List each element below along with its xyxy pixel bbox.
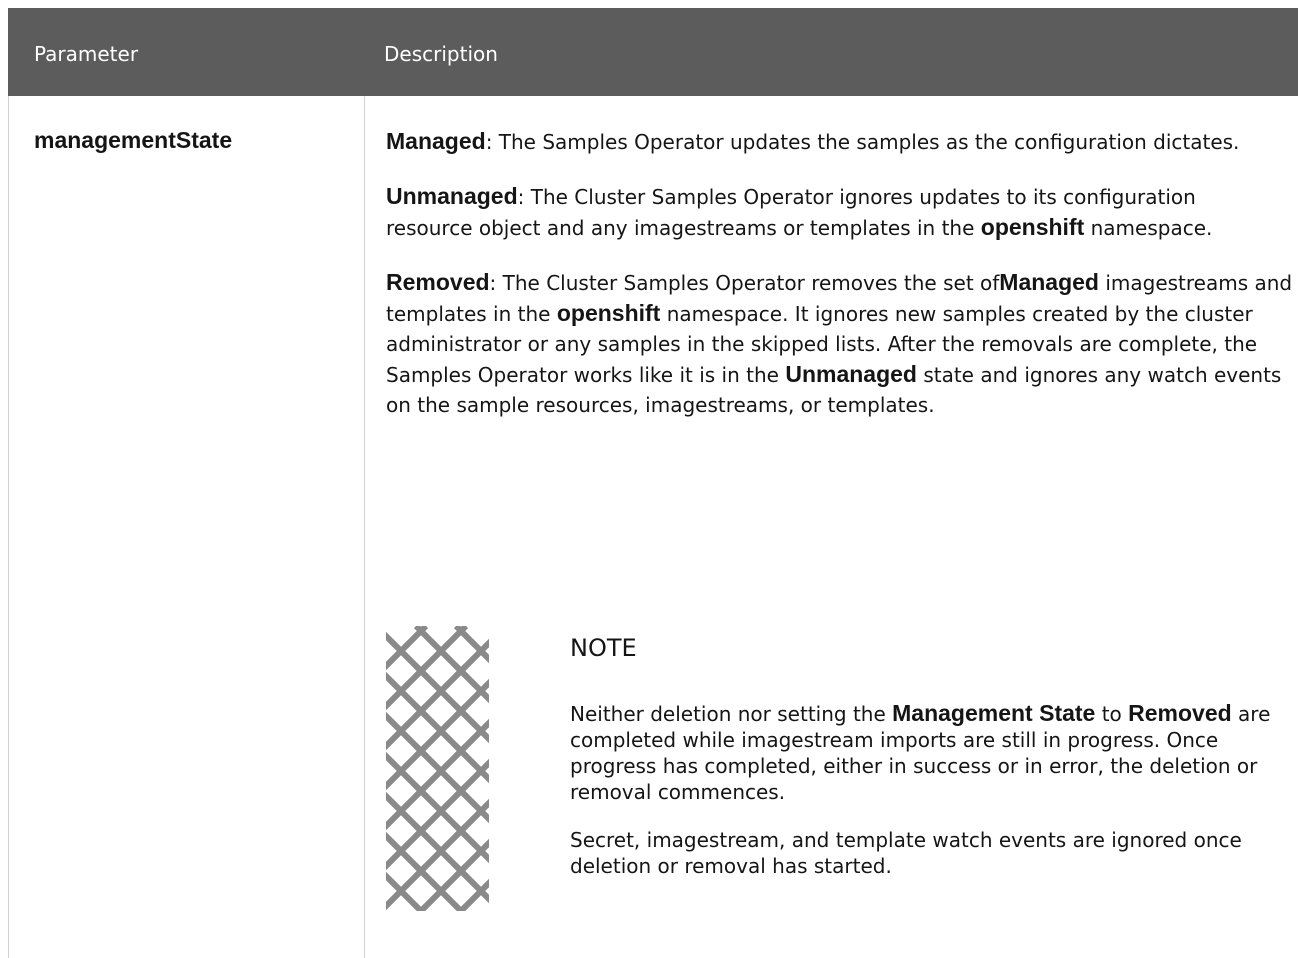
removed-term: Removed [386,269,490,295]
removed-paragraph: Removed: The Cluster Samples Operator re… [386,267,1298,420]
unmanaged-term: Unmanaged [386,183,518,209]
note-body: Neither deletion nor setting the Managem… [570,700,1282,901]
openshift-term-inline: openshift [556,300,661,326]
note-pattern-icon [386,626,489,911]
unmanaged-paragraph: Unmanaged: The Cluster Samples Operator … [386,181,1236,243]
removed-term-note: Removed [1128,700,1232,726]
table-header: Parameter Description [8,8,1298,96]
note-paragraph-1: Neither deletion nor setting the Managem… [570,700,1282,805]
note-title: NOTE [570,634,637,662]
top-strip [0,0,1298,8]
managed-term: Managed [386,128,486,154]
unmanaged-term-inline: Unmanaged [785,361,917,387]
managed-text: : The Samples Operator updates the sampl… [485,130,1240,154]
management-state-term: Management State [892,700,1096,726]
managed-term-inline: Managed [999,269,1099,295]
managed-paragraph: Managed: The Samples Operator updates th… [386,126,1276,157]
openshift-term: openshift [980,214,1085,240]
note-paragraph-2: Secret, imagestream, and template watch … [570,828,1242,878]
row-left-border [8,96,9,958]
description-cell: Managed: The Samples Operator updates th… [386,126,1298,444]
header-description: Description [384,42,498,66]
column-divider [364,96,365,958]
parameter-name: managementState [34,127,233,153]
note-text-1: Neither deletion nor setting the [570,702,893,726]
removed-text-1: : The Cluster Samples Operator removes t… [489,271,1000,295]
unmanaged-text-end: namespace. [1084,216,1213,240]
note-text-2: to [1095,702,1129,726]
header-parameter: Parameter [34,42,139,66]
